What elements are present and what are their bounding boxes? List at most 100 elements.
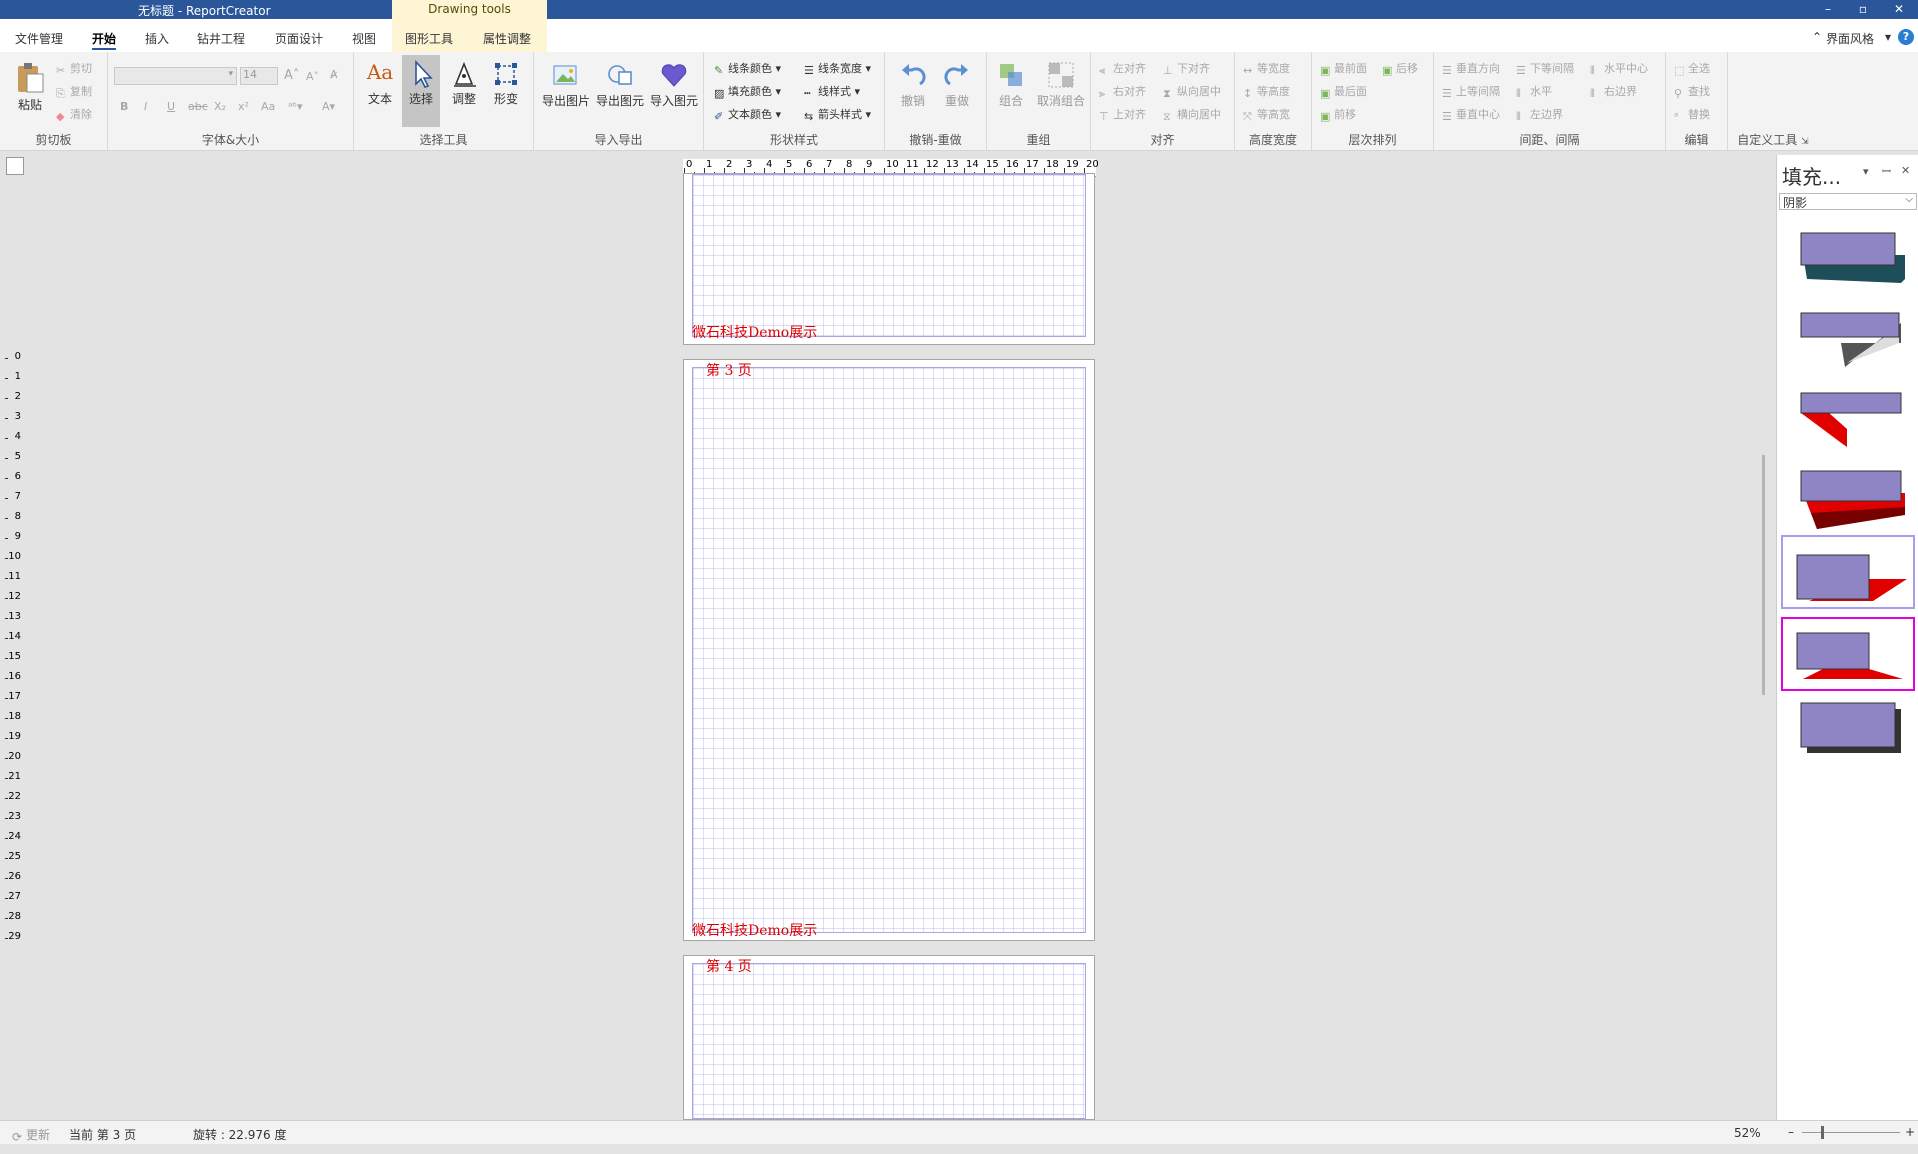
bring-forward-button[interactable]: ▣ 前移 xyxy=(1320,106,1356,123)
bold-button[interactable]: B xyxy=(120,100,128,113)
panel-close-icon[interactable]: ✕ xyxy=(1901,164,1910,177)
paste-button[interactable]: 粘贴 xyxy=(10,60,50,113)
panel-menu-icon[interactable]: ▾ xyxy=(1863,165,1869,178)
select-all-button[interactable]: ⬚ 全选 xyxy=(1674,60,1710,77)
tab-property-adjust[interactable]: 属性调整 xyxy=(483,30,531,50)
align-bottom-button[interactable]: ⊥ 下对齐 xyxy=(1163,60,1210,77)
horizontal-button[interactable]: ⦀ 水平 xyxy=(1516,83,1552,100)
clear-format-icon[interactable]: A̷ xyxy=(330,68,338,81)
font-color-icon[interactable]: A▾ xyxy=(322,100,335,113)
transform-tool-button[interactable]: 形变 xyxy=(488,60,524,107)
maximize-button[interactable]: ▫ xyxy=(1848,1,1878,18)
replace-button[interactable]: ᵃ 替换 xyxy=(1674,106,1710,123)
redo-button[interactable]: 重做 xyxy=(937,60,977,109)
fill-type-dropdown[interactable]: 阴影 ⌵ xyxy=(1779,193,1917,210)
copy-button[interactable]: ⎘ 复制 xyxy=(56,83,92,100)
shadow-style-option[interactable] xyxy=(1781,535,1915,609)
tab-home[interactable]: 开始 xyxy=(92,30,117,50)
horizontal-center-button[interactable]: ⦀ 水平中心 xyxy=(1590,60,1648,77)
select-tool-button[interactable]: 选择 xyxy=(402,55,440,127)
ungroup-button[interactable]: 取消组合 xyxy=(1033,60,1089,109)
zoom-slider-thumb[interactable] xyxy=(1821,1126,1824,1139)
underline-button[interactable]: U xyxy=(167,100,175,113)
adjust-tool-button[interactable]: 调整 xyxy=(446,60,482,107)
right-edge-button[interactable]: ⦀ 右边界 xyxy=(1590,83,1637,100)
zoom-slider-track[interactable] xyxy=(1802,1132,1900,1133)
tab-insert[interactable]: 插入 xyxy=(145,30,169,50)
same-width-button[interactable]: ↔ 等宽度 xyxy=(1243,60,1290,77)
shadow-style-option[interactable] xyxy=(1781,383,1915,457)
align-right-button[interactable]: ⫸ 右对齐 xyxy=(1099,83,1146,100)
text-tool-button[interactable]: Aa 文本 xyxy=(364,60,396,107)
zoom-in-button[interactable]: + xyxy=(1905,1125,1915,1139)
close-button[interactable]: ✕ xyxy=(1884,1,1914,18)
change-case-button[interactable]: Aa xyxy=(261,100,275,113)
tab-view[interactable]: 视图 xyxy=(352,30,376,50)
zoom-out-button[interactable]: – xyxy=(1788,1125,1794,1139)
arrow-style-button[interactable]: ⇆ 箭头样式 ▾ xyxy=(804,106,871,123)
cut-button[interactable]: ✂ 剪切 xyxy=(56,60,92,77)
send-back-button[interactable]: ▣ 最后面 xyxy=(1320,83,1367,100)
shadow-style-option[interactable] xyxy=(1781,303,1915,377)
left-edge-button[interactable]: ⦀ 左边界 xyxy=(1516,106,1563,123)
tab-page-design[interactable]: 页面设计 xyxy=(275,30,323,50)
page-4[interactable]: 第 4 页 xyxy=(683,955,1095,1120)
tab-drawing-tools[interactable]: 图形工具 xyxy=(405,30,453,50)
shadow-style-option[interactable] xyxy=(1781,695,1915,769)
fill-color-button[interactable]: ▨ 填充颜色 ▾ xyxy=(714,83,781,100)
align-left-button[interactable]: ⫷ 左对齐 xyxy=(1099,60,1146,77)
tab-file[interactable]: 文件管理 xyxy=(15,30,63,50)
text-color-button[interactable]: ✐ 文本颜色 ▾ xyxy=(714,106,781,123)
highlight-icon[interactable]: ᵃᵇ▾ xyxy=(288,100,303,113)
font-shrink-button[interactable]: A˅ xyxy=(306,70,319,83)
subscript-button[interactable]: X₂ xyxy=(214,100,226,113)
ui-style-dropdown[interactable]: 界面风格 xyxy=(1826,30,1874,50)
collapse-ribbon-icon[interactable]: ⌃ xyxy=(1812,30,1822,50)
clear-button[interactable]: ◆ 清除 xyxy=(56,106,92,123)
line-color-button[interactable]: ✎ 线条颜色 ▾ xyxy=(714,60,781,77)
strikethrough-button[interactable]: abc xyxy=(188,100,208,113)
same-size-button[interactable]: ⤧ 等高宽 xyxy=(1243,106,1290,123)
send-backward-button[interactable]: ▣ 后移 xyxy=(1382,60,1418,77)
shadow-style-option[interactable] xyxy=(1781,223,1915,297)
page-2[interactable]: 微石科技Demo展示 xyxy=(683,173,1095,345)
import-export-group-label: 导入导出 xyxy=(594,133,643,147)
align-vcenter-label: 纵向居中 xyxy=(1177,85,1221,98)
page-3[interactable]: 第 3 页 微石科技Demo展示 xyxy=(683,359,1095,941)
pin-icon[interactable]: ꟷ xyxy=(1882,164,1891,179)
vertical-center-button[interactable]: ☰ 垂直中心 xyxy=(1442,106,1500,123)
export-element-button[interactable]: 导出图元 xyxy=(594,60,646,109)
superscript-button[interactable]: x² xyxy=(238,100,249,113)
vertical-ruler[interactable]: 0 1 2 3 4 5 6 7 8 9 10 11 12 13 14 15 16 17 18 19 20 21 22 23 24… xyxy=(0,351,24,943)
vertical-direction-button[interactable]: ☰ 垂直方向 xyxy=(1442,60,1500,77)
update-button[interactable]: ⟳ 更新 xyxy=(12,1126,50,1144)
find-button[interactable]: ⚲ 查找 xyxy=(1674,83,1710,100)
bottom-equal-spacing-button[interactable]: ☰ 下等间隔 xyxy=(1516,60,1574,77)
tab-drilling[interactable]: 钻井工程 xyxy=(197,30,245,50)
font-size-select[interactable]: 14 xyxy=(240,67,278,85)
dialog-launcher-icon[interactable]: ⇲ xyxy=(1801,137,1809,147)
font-grow-button[interactable]: A˄ xyxy=(284,68,299,83)
order-group-label: 层次排列 xyxy=(1348,133,1397,147)
shadow-style-option[interactable] xyxy=(1781,463,1915,537)
minimize-button[interactable]: – xyxy=(1813,1,1843,18)
same-height-button[interactable]: ↕ 等高度 xyxy=(1243,83,1290,100)
ruler-corner-box[interactable] xyxy=(6,157,24,175)
undo-button[interactable]: 撤销 xyxy=(893,60,933,109)
italic-button[interactable]: I xyxy=(144,100,147,113)
export-image-button[interactable]: 导出图片 xyxy=(540,60,592,109)
chevron-down-icon[interactable]: ▾ xyxy=(1885,30,1891,50)
group-button[interactable]: 组合 xyxy=(991,60,1031,109)
vertical-scrollbar-thumb[interactable] xyxy=(1762,455,1765,695)
help-icon[interactable]: ? xyxy=(1898,29,1914,45)
top-equal-spacing-button[interactable]: ☰ 上等间隔 xyxy=(1442,83,1500,100)
bring-front-button[interactable]: ▣ 最前面 xyxy=(1320,60,1367,77)
align-top-button[interactable]: ⊤ 上对齐 xyxy=(1099,106,1146,123)
font-family-select[interactable]: ▾ xyxy=(114,67,237,85)
align-hcenter-button[interactable]: ⧖ 横向居中 xyxy=(1163,106,1221,123)
line-style-button[interactable]: ┅ 线样式 ▾ xyxy=(804,83,860,100)
shadow-style-option[interactable] xyxy=(1781,617,1915,691)
line-width-button[interactable]: ☰ 线条宽度 ▾ xyxy=(804,60,871,77)
align-vcenter-button[interactable]: ⧗ 纵向居中 xyxy=(1163,83,1221,100)
import-element-button[interactable]: 导入图元 xyxy=(648,60,700,109)
